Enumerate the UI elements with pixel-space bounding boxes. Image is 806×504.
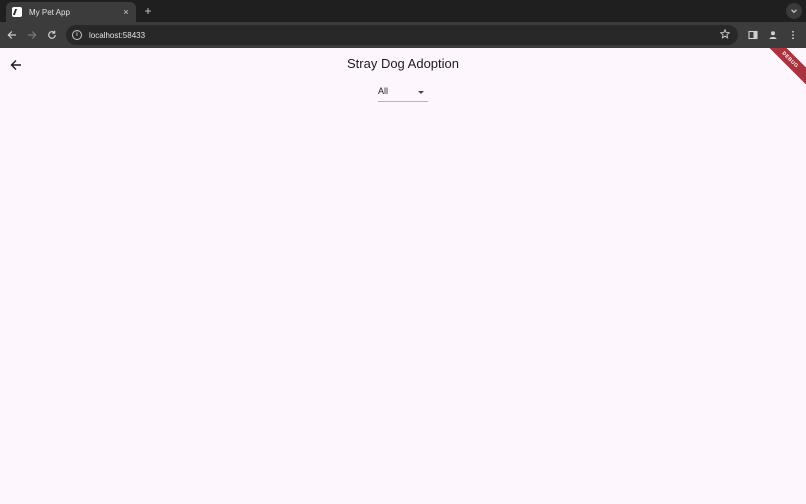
page-title: Stray Dog Adoption <box>346 56 460 71</box>
app-page: Stray Dog Adoption All DEBUG <box>0 48 806 504</box>
tab-search-button[interactable] <box>786 3 802 19</box>
chevron-down-icon <box>791 9 797 14</box>
arrow-left-icon <box>7 31 16 39</box>
address-bar[interactable]: i localhost:58433 <box>66 25 738 45</box>
flutter-icon <box>12 7 22 17</box>
profile-icon <box>769 31 777 39</box>
side-panel-icon <box>748 30 758 40</box>
star-icon <box>720 29 730 39</box>
browser-tab-strip: My Pet App × + <box>0 0 806 22</box>
browser-back-button[interactable] <box>4 27 20 43</box>
browser-forward-button[interactable] <box>24 27 40 43</box>
browser-toolbar: i localhost:58433 <box>0 22 806 48</box>
reload-icon <box>48 30 56 39</box>
browser-reload-button[interactable] <box>44 27 60 43</box>
arrow-right-icon <box>28 31 37 39</box>
filter-selected-value[interactable]: All <box>378 86 388 96</box>
side-panel-button[interactable] <box>745 27 761 43</box>
url-text[interactable]: localhost:58433 <box>89 31 145 40</box>
profile-button[interactable] <box>765 27 781 43</box>
kebab-menu-icon <box>792 30 794 40</box>
filter-dropdown[interactable]: All <box>378 84 428 102</box>
site-info-icon[interactable]: i <box>72 30 82 40</box>
tab-title: My Pet App <box>29 7 70 17</box>
dropdown-arrow-icon[interactable] <box>418 91 424 94</box>
new-tab-button[interactable]: + <box>142 4 154 18</box>
browser-tab[interactable]: My Pet App × <box>6 2 136 22</box>
tab-close-icon[interactable]: × <box>119 6 133 18</box>
browser-menu-button[interactable] <box>785 27 801 43</box>
bookmark-star-button[interactable] <box>718 27 732 41</box>
